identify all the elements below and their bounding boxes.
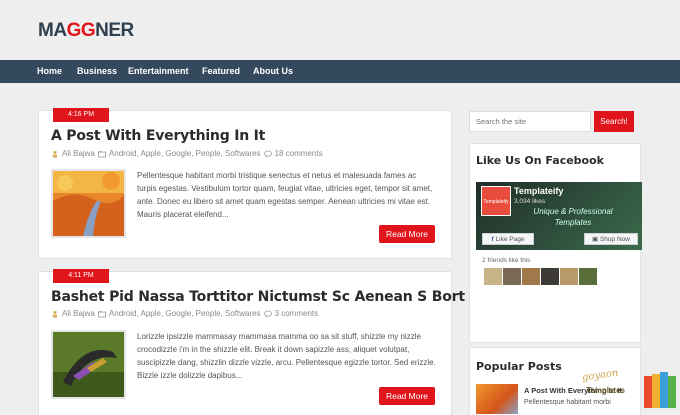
watermark-logo: goyaon Templates [580, 366, 680, 415]
post-thumbnail[interactable] [51, 330, 126, 399]
facebook-page-name[interactable]: Templateify [514, 186, 563, 196]
post-time-badge: 4:11 PM [53, 269, 109, 283]
search-input[interactable] [469, 111, 591, 132]
widget-title: Like Us On Facebook [476, 154, 604, 167]
facebook-like-count: 3,034 likes [514, 198, 546, 205]
nav-home[interactable]: Home [37, 60, 62, 83]
post-card: 4:16 PM A Post With Everything In It Ali… [38, 108, 452, 259]
site-header: MAGGNER [0, 0, 680, 60]
nav-featured[interactable]: Featured [202, 60, 240, 83]
post-categories[interactable]: Android, Apple, Google, People, Software… [109, 309, 261, 318]
post-meta: Ali Bajwa Android, Apple, Google, People… [51, 309, 318, 318]
book-icon [644, 372, 676, 408]
main-nav: Home Business Entertainment Featured Abo… [0, 60, 680, 83]
comment-icon [263, 150, 272, 158]
facebook-shop-button[interactable]: ▣ Shop Now [584, 233, 638, 245]
nav-about-us[interactable]: About Us [253, 60, 293, 83]
facebook-friend-avatars [484, 268, 597, 285]
facebook-page-plugin[interactable]: Templateify Templateify 3,034 likes Uniq… [476, 182, 642, 250]
avatar[interactable] [579, 268, 597, 285]
nav-business[interactable]: Business [77, 60, 117, 83]
folder-icon [98, 310, 106, 317]
post-title[interactable]: A Post With Everything In It [51, 128, 265, 144]
post-title[interactable]: Bashet Pid Nassa Torttitor Nictumst Sc A… [51, 289, 465, 305]
comment-icon [263, 310, 272, 318]
post-thumbnail[interactable] [51, 169, 126, 238]
facebook-friends-text: 2 friends like this [482, 257, 531, 264]
search-button[interactable]: Search! [594, 111, 634, 132]
facebook-like-button[interactable]: f Like Page [482, 233, 534, 245]
post-time-badge: 4:16 PM [53, 108, 109, 122]
cart-icon: ▣ [592, 236, 600, 243]
nav-entertainment[interactable]: Entertainment [128, 60, 189, 83]
logo-accent: GG [66, 20, 96, 41]
post-excerpt: Pellentesque habitant morbi tristique se… [137, 171, 433, 219]
avatar[interactable] [541, 268, 559, 285]
avatar[interactable] [560, 268, 578, 285]
watermark-text: goyaon [581, 367, 620, 384]
post-categories[interactable]: Android, Apple, Google, People, Software… [109, 149, 261, 158]
author-icon [52, 150, 58, 158]
avatar[interactable] [484, 268, 502, 285]
post-meta: Ali Bajwa Android, Apple, Google, People… [51, 149, 323, 158]
read-more-button[interactable]: Read More [379, 225, 435, 243]
facebook-tagline: Unique & Professional Templates [533, 207, 613, 227]
post-author[interactable]: Ali Bajwa [62, 309, 95, 318]
site-logo[interactable]: MAGGNER [38, 20, 134, 42]
facebook-like-label: Like Page [495, 236, 525, 243]
post-comments[interactable]: 3 comments [275, 309, 319, 318]
widget-title: Popular Posts [476, 360, 562, 373]
facebook-widget: Like Us On Facebook Templateify Template… [469, 143, 642, 343]
popular-post-thumbnail[interactable] [476, 384, 518, 414]
logo-suffix: NER [95, 20, 134, 41]
folder-icon [98, 150, 106, 157]
logo-prefix: MA [38, 20, 67, 41]
avatar[interactable] [522, 268, 540, 285]
avatar[interactable] [503, 268, 521, 285]
post-author[interactable]: Ali Bajwa [62, 149, 95, 158]
author-icon [52, 310, 58, 318]
post-comments[interactable]: 18 comments [275, 149, 323, 158]
facebook-shop-label: Shop Now [599, 236, 630, 243]
facebook-page-logo[interactable]: Templateify [481, 186, 511, 216]
watermark-subtext: Templates [586, 386, 625, 395]
read-more-button[interactable]: Read More [379, 387, 435, 405]
post-card: 4:11 PM Bashet Pid Nassa Torttitor Nictu… [38, 269, 465, 415]
post-excerpt: Lorizzle ipsizzle mammasay mammasa mamma… [137, 332, 436, 380]
